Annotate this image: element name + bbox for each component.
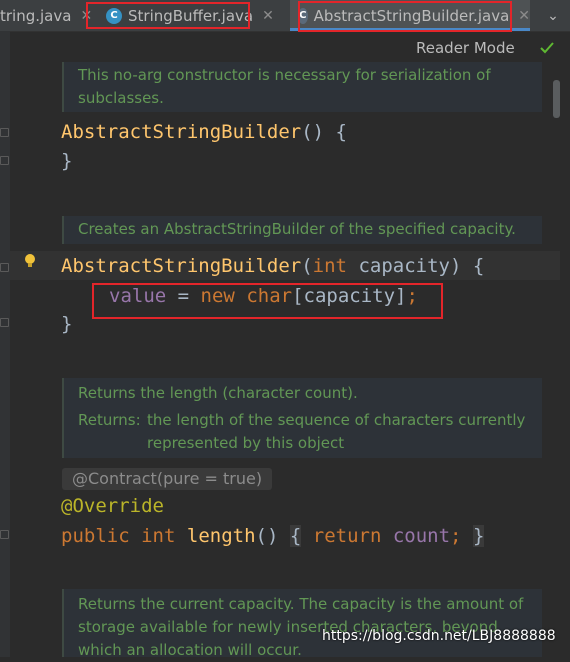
watermark: https://blog.csdn.net/LBJ8888888 — [322, 628, 556, 644]
lightbulb-icon[interactable] — [24, 254, 36, 268]
editor-gutter — [0, 31, 10, 657]
inferred-annotation[interactable]: @Contract(pure = true) — [62, 468, 273, 490]
fold-marker-icon[interactable] — [0, 156, 9, 165]
code-line: @Override — [61, 495, 164, 517]
checkmark-icon — [540, 42, 554, 54]
tab-label: tring.java — [0, 6, 72, 25]
doc-comment: Returns the current capacity. The capaci… — [62, 589, 542, 659]
code-line: AbstractStringBuilder() { — [61, 121, 347, 143]
close-icon[interactable]: ✕ — [518, 8, 530, 24]
doc-comment: This no-arg constructor is necessary for… — [62, 62, 542, 112]
code-line: } — [61, 313, 73, 335]
code-line: } — [61, 150, 73, 172]
code-line: AbstractStringBuilder(int capacity) { — [61, 255, 485, 277]
code-line: public int length() { return count; } — [61, 525, 485, 547]
tab-string-java[interactable]: tring.java ✕ — [0, 0, 92, 31]
fold-marker-icon[interactable] — [0, 263, 9, 272]
fold-marker-icon[interactable] — [0, 530, 9, 539]
highlight-box-asb-tab — [298, 1, 512, 32]
reader-mode-button[interactable]: Reader Mode — [416, 39, 515, 57]
close-icon[interactable]: ✕ — [262, 8, 274, 24]
doc-comment: Creates an AbstractStringBuilder of the … — [62, 216, 542, 244]
highlight-box-stringbuffer-tab — [86, 2, 250, 29]
fold-marker-icon[interactable] — [0, 318, 9, 327]
fold-marker-icon[interactable] — [0, 128, 9, 137]
doc-comment: Returns the length (character count). Re… — [62, 378, 542, 458]
highlight-box-code — [92, 283, 443, 319]
tab-list-chevron-icon[interactable]: ⌄ — [536, 0, 570, 31]
vertical-scrollbar[interactable] — [553, 80, 560, 118]
